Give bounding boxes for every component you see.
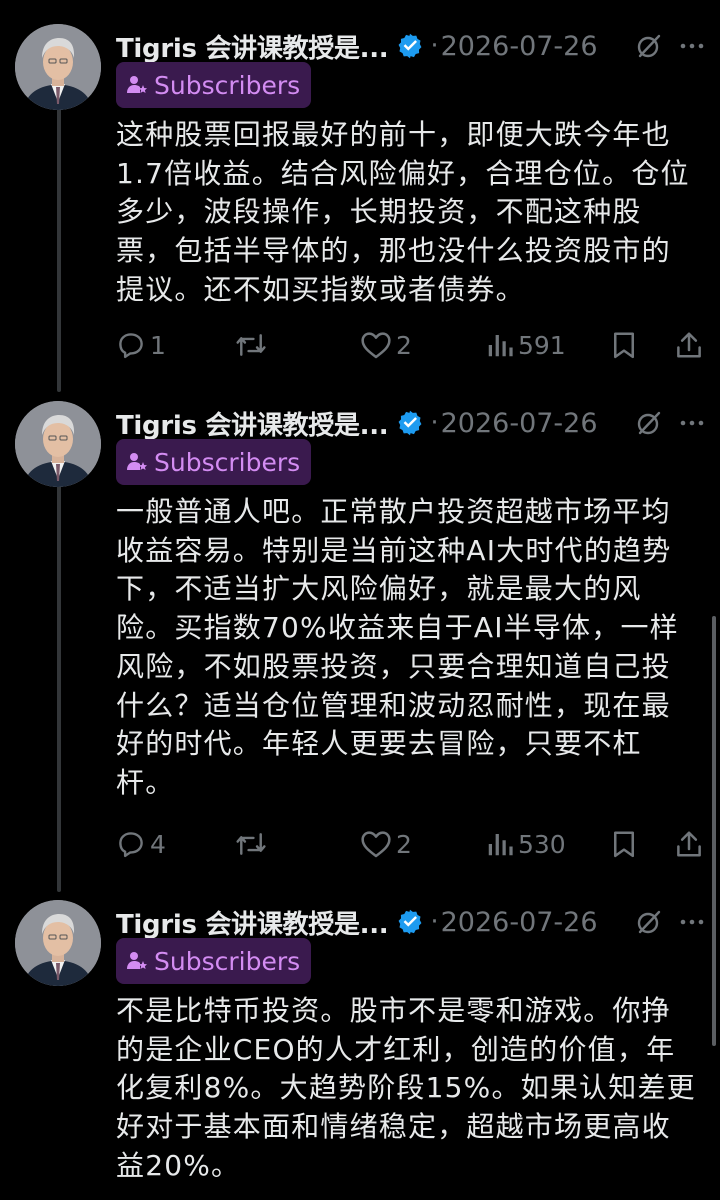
- grok-icon[interactable]: [636, 33, 662, 59]
- separator-dot: ·: [430, 31, 439, 61]
- bookmark-icon: [614, 831, 634, 858]
- author-name[interactable]: Tigris 会讲课教授是...: [116, 904, 389, 941]
- like-count: 2: [396, 829, 412, 859]
- views-icon: [488, 834, 513, 856]
- avatar[interactable]: [15, 401, 101, 487]
- subscriber-person-star-icon: [127, 76, 147, 93]
- tweet-date[interactable]: 2026-07-26: [441, 907, 598, 938]
- tweet-text: 这种股票回报最好的前十，即便大跌今年也1.7倍收益。结合风险偏好，合理仓位。仓位…: [116, 118, 690, 306]
- separator-dot: ·: [430, 408, 439, 438]
- verified-badge-icon: [398, 410, 422, 436]
- share-button[interactable]: [674, 325, 704, 365]
- views-button[interactable]: 591: [486, 325, 566, 365]
- like-icon: [361, 332, 391, 359]
- share-icon: [677, 332, 701, 358]
- subscribers-badge[interactable]: Subscribers: [116, 62, 312, 108]
- share-icon: [677, 831, 701, 857]
- more-icon[interactable]: [678, 409, 706, 437]
- retweet-button[interactable]: [234, 325, 272, 365]
- like-icon: [361, 831, 391, 858]
- avatar[interactable]: [15, 24, 101, 110]
- tweet-date[interactable]: 2026-07-26: [441, 31, 598, 62]
- author-name[interactable]: Tigris 会讲课教授是...: [116, 28, 389, 65]
- retweet-icon: [236, 334, 266, 356]
- grok-icon[interactable]: [636, 410, 662, 436]
- reply-count: 1: [150, 330, 166, 360]
- tweet-date[interactable]: 2026-07-26: [441, 408, 598, 439]
- avatar-photo: [15, 900, 101, 986]
- avatar-photo: [15, 401, 101, 487]
- retweet-button[interactable]: [234, 824, 272, 864]
- bookmark-button[interactable]: [610, 824, 638, 864]
- subscribers-badge[interactable]: Subscribers: [116, 439, 312, 485]
- grok-icon[interactable]: [636, 909, 662, 935]
- bookmark-button[interactable]: [610, 325, 638, 365]
- tweet[interactable]: Tigris 会讲课教授是... · 2026-07-26 Subscriber…: [0, 401, 720, 861]
- tweet[interactable]: Tigris 会讲课教授是... · 2026-07-26 Subscriber…: [0, 24, 720, 364]
- view-count: 530: [518, 829, 566, 859]
- view-count: 591: [518, 330, 566, 360]
- scrollbar[interactable]: [712, 616, 716, 1046]
- subscriber-person-star-icon: [127, 453, 147, 470]
- avatar[interactable]: [15, 900, 101, 986]
- like-button[interactable]: 2: [360, 824, 412, 864]
- verified-badge-icon: [398, 33, 422, 59]
- bookmark-icon: [614, 332, 634, 359]
- verified-badge-icon: [398, 909, 422, 935]
- tweet[interactable]: Tigris 会讲课教授是... · 2026-07-26 Subscriber…: [0, 900, 720, 1200]
- badge-label: Subscribers: [154, 447, 301, 477]
- more-icon[interactable]: [678, 32, 706, 60]
- reply-button[interactable]: 4: [116, 824, 166, 864]
- avatar-photo: [15, 24, 101, 110]
- separator-dot: ·: [430, 907, 439, 937]
- tweet-actions: 1 2 591: [116, 325, 720, 365]
- badge-label: Subscribers: [154, 70, 301, 100]
- like-count: 2: [396, 330, 412, 360]
- reply-icon: [119, 832, 143, 858]
- views-icon: [488, 335, 513, 357]
- author-name[interactable]: Tigris 会讲课教授是...: [116, 405, 389, 442]
- reply-icon: [119, 333, 143, 359]
- tweet-text: 不是比特币投资。股市不是零和游戏。你挣的是企业CEO的人才红利，创造的价值，年化…: [116, 994, 696, 1182]
- subscriber-person-star-icon: [127, 952, 147, 969]
- badge-label: Subscribers: [154, 946, 301, 976]
- subscribers-badge[interactable]: Subscribers: [116, 938, 312, 984]
- views-button[interactable]: 530: [486, 824, 566, 864]
- like-button[interactable]: 2: [360, 325, 412, 365]
- reply-button[interactable]: 1: [116, 325, 166, 365]
- share-button[interactable]: [674, 824, 704, 864]
- retweet-icon: [236, 833, 266, 855]
- tweet-actions: 4 2 530: [116, 824, 720, 864]
- tweet-text: 一般普通人吧。正常散户投资超越市场平均收益容易。特别是当前这种AI大时代的趋势下…: [116, 495, 679, 799]
- reply-count: 4: [150, 829, 166, 859]
- more-icon[interactable]: [678, 908, 706, 936]
